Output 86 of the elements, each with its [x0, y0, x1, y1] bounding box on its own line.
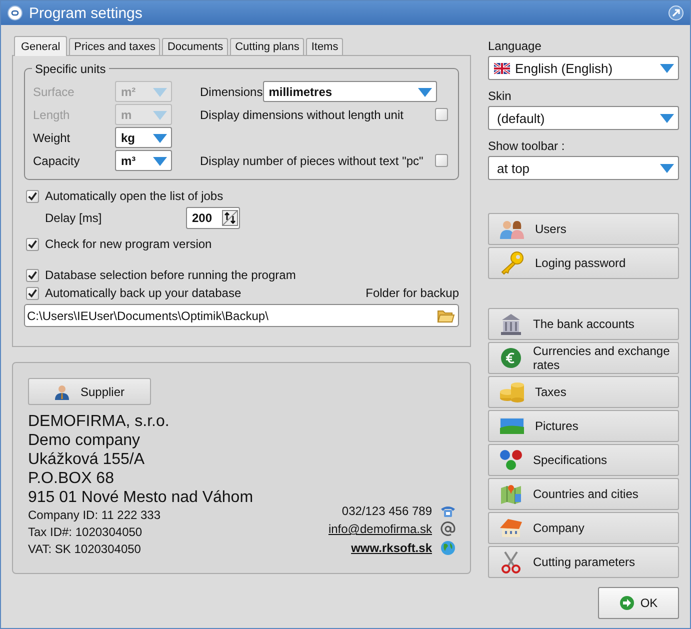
- delay-label: Delay [ms]: [45, 211, 103, 225]
- map-icon: [499, 482, 523, 506]
- checkbox[interactable]: [435, 154, 448, 167]
- unit-label: Capacity: [33, 154, 81, 168]
- language-dropdown[interactable]: English (English): [488, 56, 679, 80]
- flag-icon: [494, 62, 510, 74]
- option-label: Display number of pieces without text "pc": [200, 154, 424, 168]
- phone-icon: [440, 504, 456, 518]
- checkbox-label: Database selection before running the program: [45, 268, 296, 282]
- ok-button[interactable]: OK: [598, 587, 679, 619]
- toolbar-label: Show toolbar :: [488, 139, 566, 153]
- settings-button[interactable]: The bank accounts: [488, 308, 679, 340]
- dimensions-dropdown[interactable]: millimetres: [262, 81, 437, 102]
- tab[interactable]: General: [14, 36, 68, 56]
- checkbox[interactable]: [26, 238, 39, 250]
- globe-icon: [440, 540, 456, 556]
- dropdown-arrow-icon: [152, 132, 168, 144]
- dropdown-arrow-icon: [416, 86, 433, 98]
- unit-label: Surface: [33, 84, 76, 98]
- dropdown-arrow-icon: [659, 112, 675, 124]
- scissors-icon: [499, 550, 523, 574]
- tab[interactable]: Cutting plans: [230, 38, 304, 55]
- tab[interactable]: Documents: [162, 38, 228, 55]
- at-icon: [440, 521, 456, 537]
- checkbox-label: Automatically back up your database: [45, 286, 242, 300]
- bank-icon: [499, 312, 523, 336]
- checkbox-label: Check for new program version: [45, 237, 212, 251]
- landscape-icon: [499, 417, 525, 435]
- id-line: Tax ID#: 1020304050: [28, 524, 144, 541]
- unit-dropdown[interactable]: m³: [115, 150, 172, 171]
- address-line: P.O.BOX 68: [28, 469, 115, 488]
- dropdown-arrow-icon: [659, 62, 675, 74]
- checkbox[interactable]: [26, 268, 39, 282]
- coins-icon: [499, 380, 525, 404]
- dropdown-arrow-icon: [659, 162, 675, 174]
- unit-label: Weight: [33, 130, 72, 144]
- dropdown-arrow-icon: [152, 108, 168, 120]
- language-label: Language: [488, 39, 542, 53]
- phone-number: 032/123 456 789: [342, 504, 432, 518]
- unit-dropdown[interactable]: kg: [115, 127, 172, 148]
- id-line: VAT: SK 1020304050: [28, 541, 142, 558]
- dropdown-arrow-icon: [152, 86, 168, 98]
- users-icon: [499, 218, 525, 240]
- folder-field[interactable]: C:\Users\IEUser\Documents\Optimik\Backup\: [24, 304, 459, 327]
- id-line: Company ID: 11 222 333: [28, 507, 162, 524]
- address-line: DEMOFIRMA, s.r.o.: [28, 412, 170, 431]
- house-icon: [499, 516, 523, 540]
- checkbox[interactable]: [26, 190, 39, 202]
- unit-label: Length: [33, 108, 71, 122]
- dimensions-label: Dimensions: [200, 84, 263, 98]
- settings-button[interactable]: Currencies and exchange rates: [488, 342, 679, 374]
- window-title: Program settings: [29, 4, 144, 22]
- settings-button[interactable]: Users: [488, 213, 679, 245]
- folder-icon[interactable]: [437, 308, 455, 322]
- checkbox[interactable]: [26, 286, 39, 300]
- group-title: Specific units: [32, 62, 109, 76]
- checkbox[interactable]: [435, 108, 448, 121]
- address-line: Demo company: [28, 431, 142, 450]
- tab[interactable]: Prices and taxes: [69, 38, 160, 55]
- web-link[interactable]: www.rksoft.sk: [351, 541, 432, 555]
- settings-button[interactable]: Cutting parameters: [488, 546, 679, 578]
- supplier-button[interactable]: Supplier: [28, 378, 151, 405]
- spheres-icon: [499, 448, 523, 472]
- settings-button[interactable]: Pictures: [488, 410, 679, 442]
- settings-button[interactable]: Loging password: [488, 247, 679, 279]
- dropdown-arrow-icon: [152, 154, 168, 166]
- settings-button[interactable]: Countries and cities: [488, 478, 679, 510]
- settings-button[interactable]: Specifications: [488, 444, 679, 476]
- delay-spinner[interactable]: 200: [186, 207, 240, 229]
- tab[interactable]: Items: [306, 38, 344, 55]
- euro-coin-icon: [499, 346, 523, 370]
- person-icon: [54, 384, 70, 400]
- checkbox-label: Automatically open the list of jobs: [45, 189, 224, 203]
- option-label: Display dimensions without length unit: [200, 108, 404, 122]
- settings-button[interactable]: Company: [488, 512, 679, 544]
- app-icon: [7, 5, 23, 21]
- address-line: Ukážková 155/A: [28, 450, 146, 469]
- skin-dropdown[interactable]: (default): [488, 106, 679, 130]
- address-line: 915 01 Nové Mesto nad Váhom: [28, 488, 254, 507]
- skin-label: Skin: [488, 89, 512, 103]
- key-icon: [499, 251, 525, 275]
- email-link[interactable]: info@demofirma.sk: [328, 522, 432, 536]
- settings-button[interactable]: Taxes: [488, 376, 679, 408]
- toolbar-dropdown[interactable]: at top: [488, 156, 679, 180]
- close-icon[interactable]: [668, 5, 684, 21]
- folder-label: Folder for backup: [366, 286, 459, 300]
